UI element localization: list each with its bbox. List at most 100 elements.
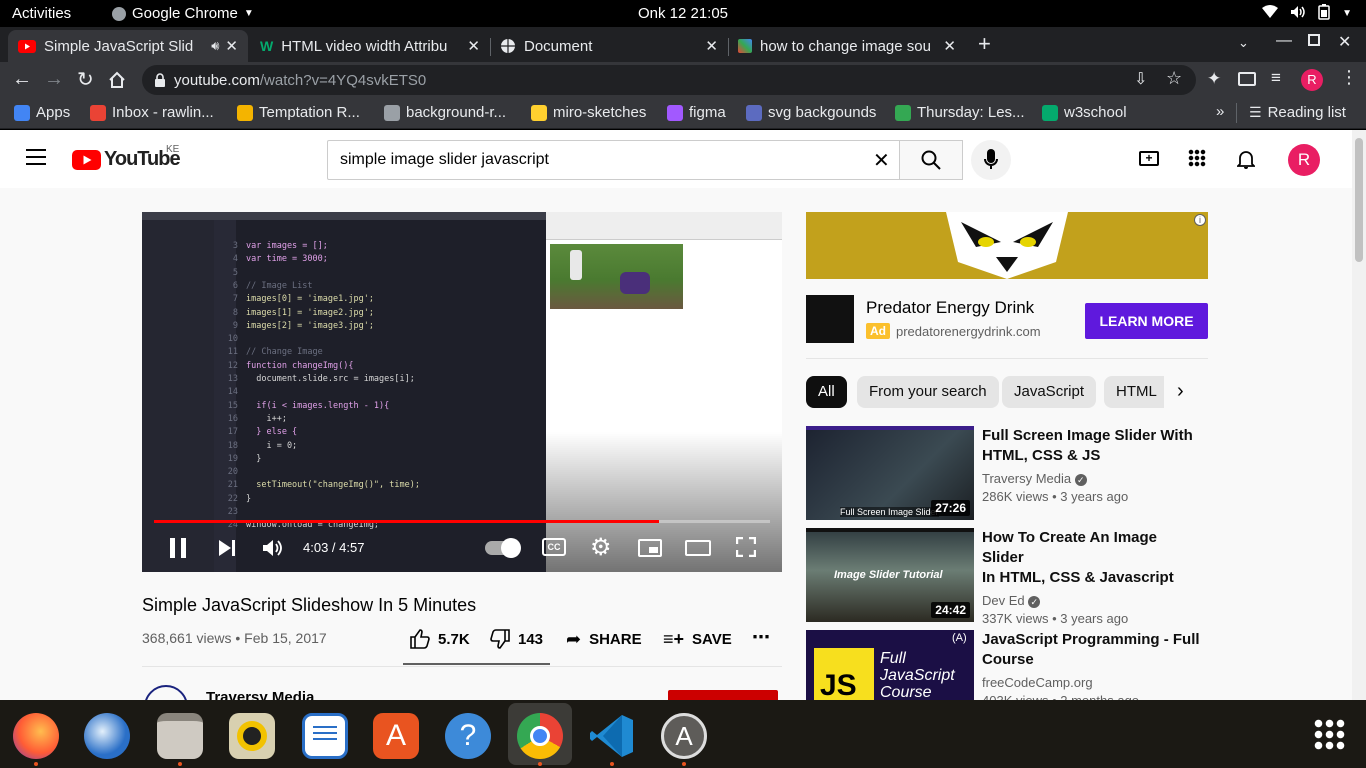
ad-banner[interactable] [806, 212, 1208, 279]
tab-youtube[interactable]: Simple JavaScript Slid 🔊︎ ✕ [8, 30, 248, 62]
miniplayer-icon[interactable] [638, 539, 662, 557]
captions-icon[interactable]: CC [542, 538, 566, 556]
rec-info[interactable]: Full Screen Image Slider With HTML, CSS … [982, 426, 1202, 506]
profile-avatar[interactable]: R [1301, 69, 1323, 91]
fullscreen-icon[interactable] [736, 537, 756, 557]
page-scrollbar[interactable] [1352, 130, 1366, 700]
thunderbird-icon[interactable] [84, 713, 130, 759]
search-input[interactable]: simple image slider javascript ✕ [327, 140, 900, 180]
subscribe-button[interactable] [668, 690, 778, 700]
vscode-icon[interactable] [589, 713, 635, 759]
channel-name[interactable]: Traversy Media [206, 689, 314, 700]
reload-icon[interactable]: ↻ [77, 67, 94, 92]
chip-javascript[interactable]: JavaScript [1002, 376, 1097, 408]
chrome-menu-icon[interactable]: ⋮ [1340, 67, 1358, 88]
bookmark-svg[interactable]: svg backgounds [746, 104, 876, 121]
help-icon[interactable]: ? [445, 713, 491, 759]
address-bar[interactable]: youtube.com/watch?v=4YQ4svkETS0 ⇩ ☆ [142, 65, 1196, 95]
show-applications-icon[interactable] [1313, 718, 1345, 750]
cast-icon[interactable] [1238, 72, 1256, 86]
firefox-icon[interactable] [13, 713, 59, 759]
clear-search-icon[interactable]: ✕ [873, 148, 890, 173]
ad-title[interactable]: Predator Energy Drink [866, 298, 1034, 318]
next-icon[interactable] [217, 538, 237, 558]
system-tray[interactable]: ▼ [1262, 4, 1352, 23]
media-controls-icon[interactable]: ≡ [1271, 68, 1281, 88]
chip-html[interactable]: HTML [1104, 376, 1164, 408]
forward-icon[interactable]: → [44, 68, 64, 91]
save-button[interactable]: ≡+ SAVE [663, 629, 732, 650]
tab-search-icon[interactable]: ⌄ [1238, 35, 1249, 51]
rec-thumbnail[interactable]: Full Screen Image Slider 27:26 [806, 426, 974, 520]
chevron-right-icon[interactable]: › [1177, 380, 1184, 403]
minimize-icon[interactable]: — [1276, 32, 1292, 50]
close-tab-icon[interactable]: ✕ [943, 37, 956, 55]
bookmark-apps[interactable]: Apps [14, 104, 70, 121]
bookmarks-overflow-icon[interactable]: » [1216, 103, 1224, 120]
rec-thumbnail[interactable]: Image Slider Tutorial 24:42 [806, 528, 974, 622]
share-icon: ➦ [566, 629, 582, 649]
bookmark-thursday[interactable]: Thursday: Les... [895, 104, 1025, 121]
rec-info[interactable]: JavaScript Programming - Full Course fre… [982, 630, 1202, 700]
writer-icon[interactable] [302, 713, 348, 759]
share-button[interactable]: ➦ SHARE [566, 629, 642, 650]
pause-icon[interactable] [170, 538, 186, 558]
back-icon[interactable]: ← [12, 68, 32, 91]
search-button[interactable] [899, 140, 963, 180]
volume-icon[interactable] [262, 538, 284, 558]
progress-bar[interactable] [154, 520, 770, 523]
bookmark-miro[interactable]: miro-sketches [531, 104, 646, 121]
bookmark-temptation[interactable]: Temptation R... [237, 104, 360, 121]
bookmark-figma[interactable]: figma [667, 104, 726, 121]
clock[interactable]: Onk 12 21:05 [0, 5, 1366, 22]
youtube-logo[interactable]: YouTube [72, 148, 181, 171]
lock-icon[interactable] [154, 73, 166, 87]
close-window-icon[interactable]: ✕ [1338, 32, 1351, 52]
chip-all[interactable]: All [806, 376, 847, 408]
dislike-button[interactable]: 143 [490, 629, 543, 649]
video-player[interactable]: 3 var images = []; 4 var time = 3000; 5 6 // I… [142, 212, 782, 572]
chrome-icon[interactable] [517, 713, 563, 759]
apps-grid-icon[interactable] [1188, 149, 1206, 167]
audio-playing-icon[interactable]: 🔊︎ [211, 38, 219, 54]
create-video-icon[interactable]: + [1139, 151, 1159, 166]
software-center-icon[interactable]: A [373, 713, 419, 759]
close-tab-icon[interactable]: ✕ [467, 37, 480, 55]
chip-from-your-search[interactable]: From your search [857, 376, 999, 408]
scrollbar-thumb[interactable] [1355, 138, 1363, 262]
new-tab-icon[interactable]: + [978, 31, 991, 57]
rec-info[interactable]: How To Create An Image Slider In HTML, C… [982, 528, 1202, 628]
notifications-bell-icon[interactable] [1237, 149, 1255, 169]
ad-info-icon[interactable]: i [1194, 214, 1206, 226]
rec-thumbnail[interactable]: JS Full JavaScript Course (A) [806, 630, 974, 700]
home-icon[interactable] [108, 71, 126, 89]
voice-search-button[interactable] [971, 140, 1011, 180]
tab-w3schools[interactable]: W HTML video width Attribu ✕ [250, 30, 490, 62]
files-icon[interactable] [157, 713, 203, 759]
tab-document[interactable]: Document ✕ [490, 30, 728, 62]
close-tab-icon[interactable]: ✕ [225, 37, 238, 55]
bookmark-star-icon[interactable]: ☆ [1166, 68, 1182, 89]
rhythmbox-icon[interactable] [229, 713, 275, 759]
like-button[interactable]: 5.7K [410, 629, 470, 649]
learn-more-button[interactable]: LEARN MORE [1085, 303, 1208, 339]
globe-icon [501, 39, 515, 53]
software-updater-icon[interactable]: A [661, 713, 707, 759]
hamburger-menu-icon[interactable] [26, 149, 46, 165]
maximize-icon[interactable] [1308, 34, 1320, 46]
channel-avatar[interactable] [144, 685, 188, 700]
bookmark-inbox[interactable]: Inbox - rawlin... [90, 104, 214, 121]
theater-mode-icon[interactable] [685, 540, 711, 556]
more-actions-icon[interactable]: ⋯ [752, 627, 770, 648]
account-avatar[interactable]: R [1288, 144, 1320, 176]
install-app-icon[interactable]: ⇩ [1134, 69, 1147, 89]
advertiser-logo[interactable] [806, 295, 854, 343]
tab-change-image[interactable]: how to change image sou ✕ [728, 30, 966, 62]
bookmark-w3school[interactable]: w3school [1042, 104, 1127, 121]
close-tab-icon[interactable]: ✕ [705, 37, 718, 55]
autoplay-toggle[interactable] [485, 538, 521, 558]
extensions-icon[interactable]: ✦ [1207, 69, 1221, 89]
bookmark-background[interactable]: background-r... [384, 104, 506, 121]
settings-gear-icon[interactable]: ⚙ [590, 533, 612, 562]
reading-list[interactable]: ☰ Reading list [1249, 104, 1346, 121]
